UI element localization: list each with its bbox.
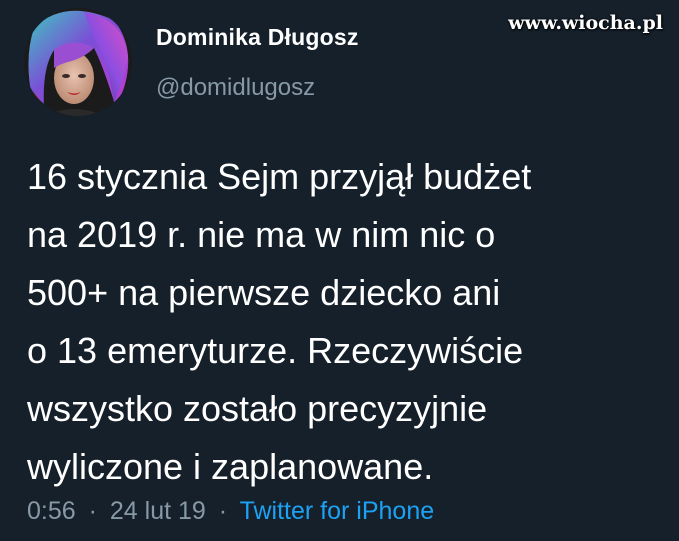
tweet-card: Dominika Długosz @domidlugosz www.wiocha… [0,0,679,541]
meta-separator: · [218,497,228,525]
author-name[interactable]: Dominika Długosz [156,24,359,51]
tweet-text-line: o 13 emeryturze. Rzeczywiście [27,330,524,371]
tweet-text-line: 16 stycznia Sejm przyjął budżet [27,156,532,197]
tweet-meta: 0:56 · 24 lut 19 · Twitter for iPhone [27,497,434,526]
tweet-text-line: wszystko zostało precyzyjnie [27,388,488,429]
tweet-text-line: wyliczone i zaplanowane. [27,446,434,487]
tweet-source-link[interactable]: Twitter for iPhone [240,497,435,525]
tweet-time[interactable]: 0:56 [27,497,76,525]
meta-separator: · [88,497,97,525]
tweet-text-line: 500+ na pierwsze dziecko ani [27,272,501,313]
avatar[interactable] [24,8,132,116]
avatar-image [24,8,132,116]
tweet-text: 16 stycznia Sejm przyjął budżet na 2019 … [27,148,667,496]
author-handle[interactable]: @domidlugosz [156,74,315,102]
watermark: www.wiocha.pl [508,12,663,34]
tweet-date[interactable]: 24 lut 19 [110,497,206,525]
tweet-text-line: na 2019 r. nie ma w nim nic o [27,214,496,255]
